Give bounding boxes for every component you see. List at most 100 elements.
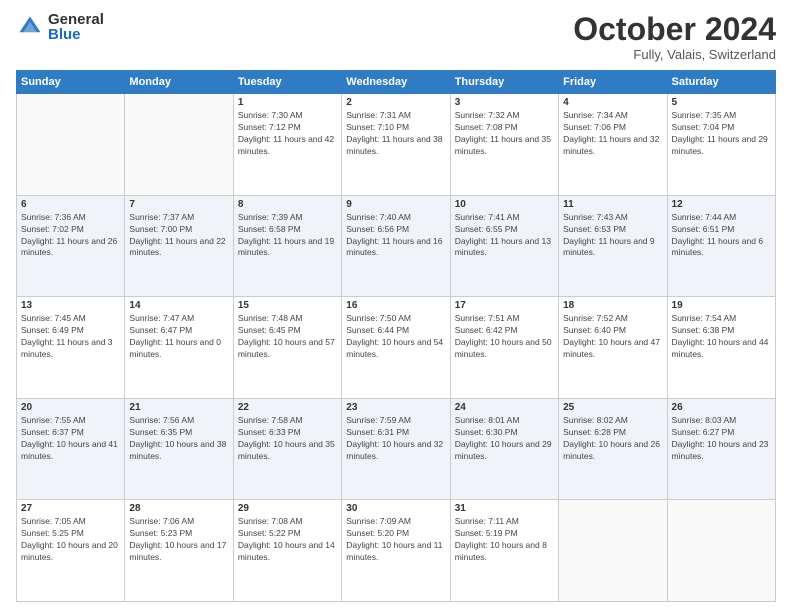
day-cell: 10 Sunrise: 7:41 AMSunset: 6:55 PMDayligh… <box>450 195 558 297</box>
day-number: 25 <box>563 402 662 413</box>
page: General Blue October 2024 Fully, Valais,… <box>0 0 792 612</box>
day-number: 20 <box>21 402 120 413</box>
col-header-wednesday: Wednesday <box>342 71 450 94</box>
day-cell: 16 Sunrise: 7:50 AMSunset: 6:44 PMDayligh… <box>342 297 450 399</box>
day-info: Sunrise: 7:09 AMSunset: 5:20 PMDaylight:… <box>346 516 445 564</box>
day-number: 11 <box>563 199 662 210</box>
col-header-monday: Monday <box>125 71 233 94</box>
day-number: 27 <box>21 503 120 514</box>
day-number: 15 <box>238 300 337 311</box>
day-cell: 9 Sunrise: 7:40 AMSunset: 6:56 PMDaylight… <box>342 195 450 297</box>
day-info: Sunrise: 7:43 AMSunset: 6:53 PMDaylight:… <box>563 212 662 260</box>
day-cell <box>17 94 125 196</box>
day-info: Sunrise: 7:34 AMSunset: 7:06 PMDaylight:… <box>563 110 662 158</box>
day-number: 29 <box>238 503 337 514</box>
day-number: 5 <box>672 97 771 108</box>
day-cell: 15Sunrise: 7:48 AMSunset: 6:45 PMDayligh… <box>233 297 341 399</box>
week-row-2: 6 Sunrise: 7:36 AMSunset: 7:02 PMDaylight… <box>17 195 776 297</box>
day-number: 10 <box>455 199 554 210</box>
day-info: Sunrise: 7:35 AMSunset: 7:04 PMDaylight:… <box>672 110 771 158</box>
day-number: 7 <box>129 199 228 210</box>
day-number: 14 <box>129 300 228 311</box>
day-cell: 30Sunrise: 7:09 AMSunset: 5:20 PMDayligh… <box>342 500 450 602</box>
day-number: 12 <box>672 199 771 210</box>
day-cell <box>667 500 775 602</box>
day-number: 18 <box>563 300 662 311</box>
day-number: 8 <box>238 199 337 210</box>
day-cell: 6 Sunrise: 7:36 AMSunset: 7:02 PMDaylight… <box>17 195 125 297</box>
day-cell: 8Sunrise: 7:39 AMSunset: 6:58 PMDaylight… <box>233 195 341 297</box>
day-info: Sunrise: 7:52 AMSunset: 6:40 PMDaylight:… <box>563 313 662 361</box>
day-number: 3 <box>455 97 554 108</box>
logo-blue: Blue <box>48 27 104 42</box>
week-row-3: 13Sunrise: 7:45 AMSunset: 6:49 PMDayligh… <box>17 297 776 399</box>
col-header-friday: Friday <box>559 71 667 94</box>
day-number: 31 <box>455 503 554 514</box>
day-cell: 23 Sunrise: 7:59 AMSunset: 6:31 PMDayligh… <box>342 398 450 500</box>
col-header-saturday: Saturday <box>667 71 775 94</box>
header-row: SundayMondayTuesdayWednesdayThursdayFrid… <box>17 71 776 94</box>
week-row-1: 1 Sunrise: 7:30 AMSunset: 7:12 PMDaylight… <box>17 94 776 196</box>
calendar: SundayMondayTuesdayWednesdayThursdayFrid… <box>16 70 776 602</box>
day-cell: 14Sunrise: 7:47 AMSunset: 6:47 PMDayligh… <box>125 297 233 399</box>
logo-icon <box>16 13 44 41</box>
day-info: Sunrise: 7:44 AMSunset: 6:51 PMDaylight:… <box>672 212 771 260</box>
logo: General Blue <box>16 12 104 42</box>
day-number: 16 <box>346 300 445 311</box>
day-info: Sunrise: 7:41 AMSunset: 6:55 PMDaylight:… <box>455 212 554 260</box>
main-title: October 2024 <box>573 12 776 47</box>
day-cell: 27Sunrise: 7:05 AMSunset: 5:25 PMDayligh… <box>17 500 125 602</box>
day-cell: 5 Sunrise: 7:35 AMSunset: 7:04 PMDaylight… <box>667 94 775 196</box>
day-info: Sunrise: 7:58 AMSunset: 6:33 PMDaylight:… <box>238 415 337 463</box>
day-number: 4 <box>563 97 662 108</box>
day-info: Sunrise: 8:01 AMSunset: 6:30 PMDaylight:… <box>455 415 554 463</box>
day-info: Sunrise: 7:55 AMSunset: 6:37 PMDaylight:… <box>21 415 120 463</box>
col-header-thursday: Thursday <box>450 71 558 94</box>
day-cell: 29Sunrise: 7:08 AMSunset: 5:22 PMDayligh… <box>233 500 341 602</box>
day-number: 22 <box>238 402 337 413</box>
day-cell: 2Sunrise: 7:31 AMSunset: 7:10 PMDaylight… <box>342 94 450 196</box>
day-info: Sunrise: 7:11 AMSunset: 5:19 PMDaylight:… <box>455 516 554 564</box>
day-info: Sunrise: 7:56 AMSunset: 6:35 PMDaylight:… <box>129 415 228 463</box>
day-number: 24 <box>455 402 554 413</box>
day-cell: 24 Sunrise: 8:01 AMSunset: 6:30 PMDayligh… <box>450 398 558 500</box>
day-number: 9 <box>346 199 445 210</box>
subtitle: Fully, Valais, Switzerland <box>573 47 776 62</box>
day-number: 21 <box>129 402 228 413</box>
day-cell: 25 Sunrise: 8:02 AMSunset: 6:28 PMDayligh… <box>559 398 667 500</box>
day-cell: 4 Sunrise: 7:34 AMSunset: 7:06 PMDaylight… <box>559 94 667 196</box>
col-header-sunday: Sunday <box>17 71 125 94</box>
day-cell: 26 Sunrise: 8:03 AMSunset: 6:27 PMDayligh… <box>667 398 775 500</box>
day-cell: 1 Sunrise: 7:30 AMSunset: 7:12 PMDaylight… <box>233 94 341 196</box>
logo-text: General Blue <box>48 12 104 42</box>
day-number: 28 <box>129 503 228 514</box>
day-info: Sunrise: 7:36 AMSunset: 7:02 PMDaylight:… <box>21 212 120 260</box>
day-number: 23 <box>346 402 445 413</box>
logo-general: General <box>48 12 104 27</box>
day-info: Sunrise: 7:40 AMSunset: 6:56 PMDaylight:… <box>346 212 445 260</box>
day-cell: 7Sunrise: 7:37 AMSunset: 7:00 PMDaylight… <box>125 195 233 297</box>
day-info: Sunrise: 7:06 AMSunset: 5:23 PMDaylight:… <box>129 516 228 564</box>
day-info: Sunrise: 7:51 AMSunset: 6:42 PMDaylight:… <box>455 313 554 361</box>
day-info: Sunrise: 7:59 AMSunset: 6:31 PMDaylight:… <box>346 415 445 463</box>
day-cell: 12 Sunrise: 7:44 AMSunset: 6:51 PMDayligh… <box>667 195 775 297</box>
day-info: Sunrise: 7:30 AMSunset: 7:12 PMDaylight:… <box>238 110 337 158</box>
day-cell: 21 Sunrise: 7:56 AMSunset: 6:35 PMDayligh… <box>125 398 233 500</box>
day-info: Sunrise: 7:50 AMSunset: 6:44 PMDaylight:… <box>346 313 445 361</box>
day-cell: 22 Sunrise: 7:58 AMSunset: 6:33 PMDayligh… <box>233 398 341 500</box>
day-cell: 13Sunrise: 7:45 AMSunset: 6:49 PMDayligh… <box>17 297 125 399</box>
day-info: Sunrise: 8:02 AMSunset: 6:28 PMDaylight:… <box>563 415 662 463</box>
day-number: 6 <box>21 199 120 210</box>
day-info: Sunrise: 7:32 AMSunset: 7:08 PMDaylight:… <box>455 110 554 158</box>
col-header-tuesday: Tuesday <box>233 71 341 94</box>
day-cell <box>559 500 667 602</box>
day-cell: 18 Sunrise: 7:52 AMSunset: 6:40 PMDayligh… <box>559 297 667 399</box>
header: General Blue October 2024 Fully, Valais,… <box>16 12 776 62</box>
day-number: 1 <box>238 97 337 108</box>
day-number: 26 <box>672 402 771 413</box>
day-info: Sunrise: 8:03 AMSunset: 6:27 PMDaylight:… <box>672 415 771 463</box>
day-number: 13 <box>21 300 120 311</box>
day-info: Sunrise: 7:31 AMSunset: 7:10 PMDaylight:… <box>346 110 445 158</box>
day-cell: 3 Sunrise: 7:32 AMSunset: 7:08 PMDaylight… <box>450 94 558 196</box>
day-cell: 11 Sunrise: 7:43 AMSunset: 6:53 PMDayligh… <box>559 195 667 297</box>
